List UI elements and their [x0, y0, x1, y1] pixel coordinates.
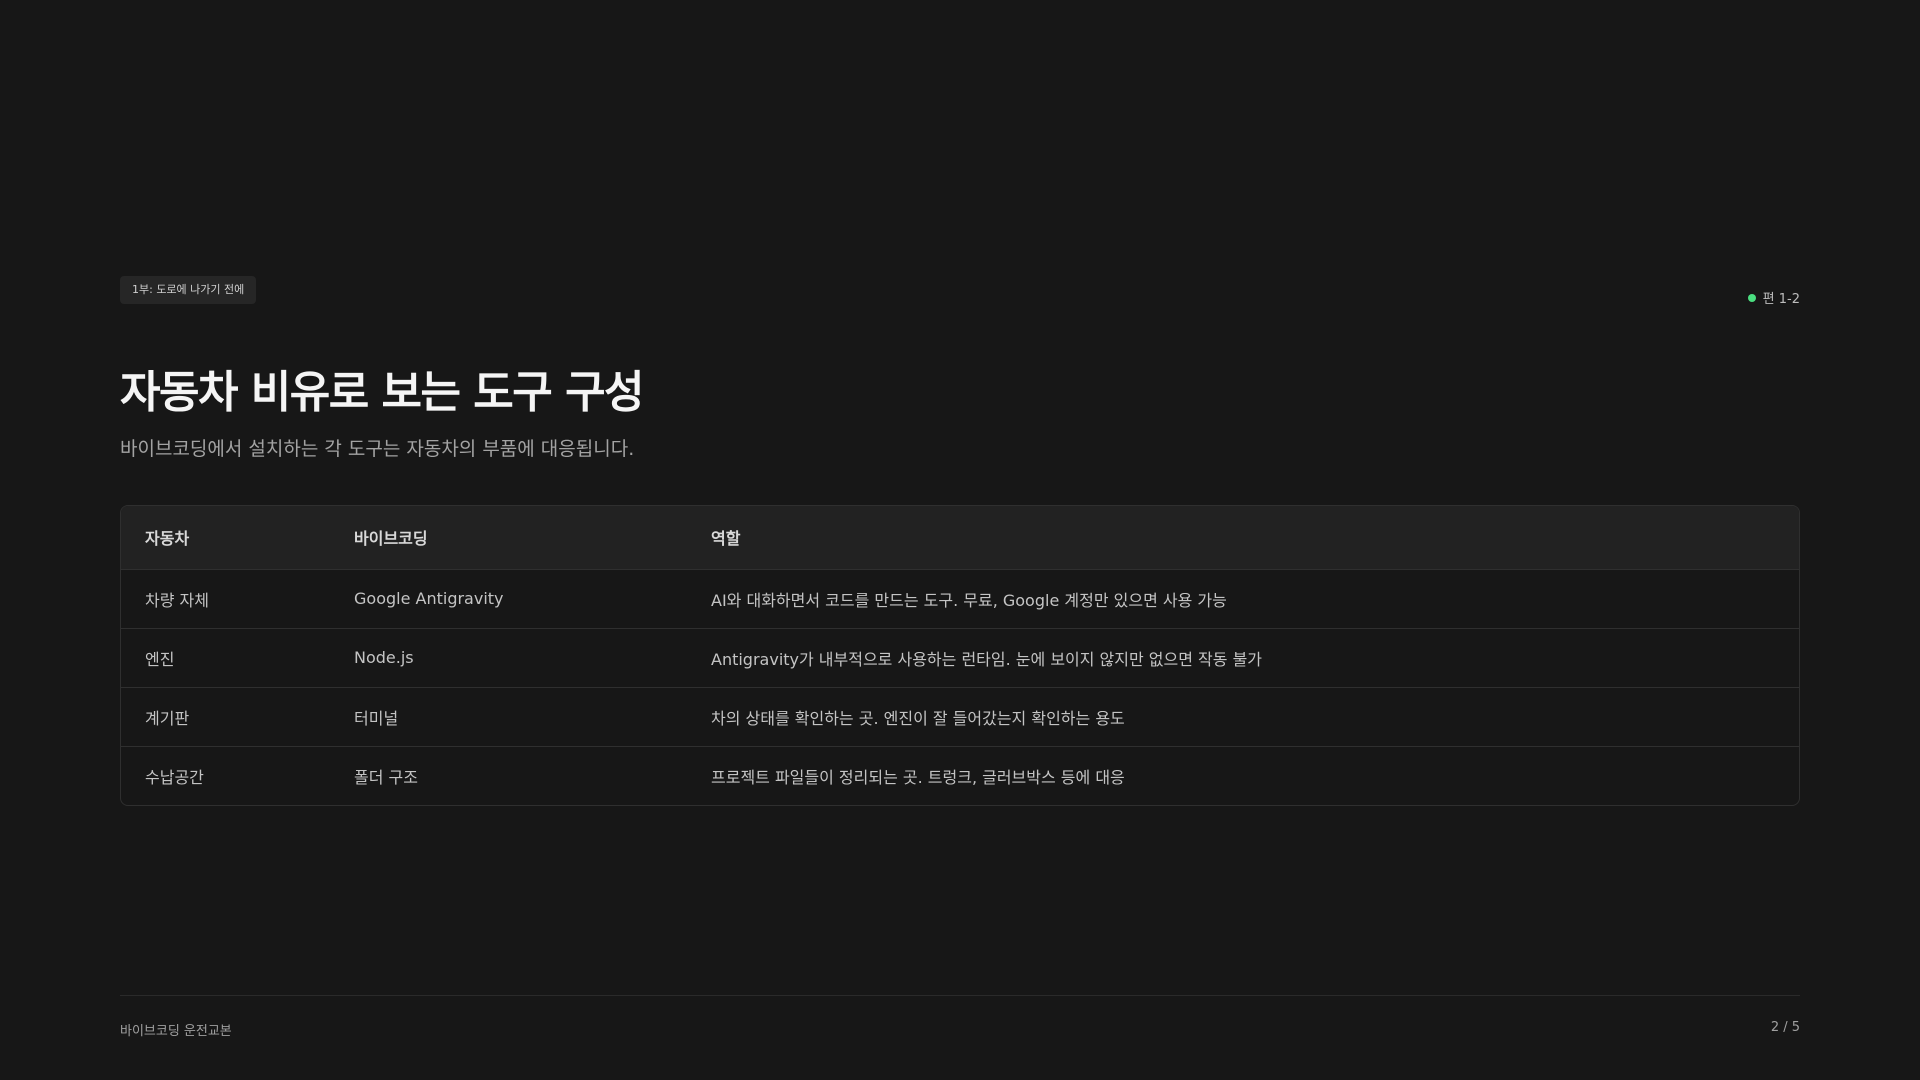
cell-tool: 폴더 구조	[330, 745, 687, 805]
cell-tool: Node.js	[330, 627, 687, 687]
cell-car: 차량 자체	[145, 590, 209, 610]
section-badge: 1부: 도로에 나가기 전에	[120, 276, 257, 304]
footer-doc-title: 바이브코딩 운전교본	[120, 1024, 232, 1039]
cell-tool: Google Antigravity	[354, 589, 504, 608]
table-header-row: 자동차 바이브코딩 역할	[121, 506, 1799, 570]
cell-role: AI와 대화하면서 코드를 만드는 도구. 무료, Google 계정만 있으면…	[711, 590, 1227, 610]
slide: 1부: 도로에 나가기 전에 편 1-2 자동차 비유로 보는 도구 구성 바이…	[0, 0, 1920, 1080]
page-indicator: 2 / 5	[1770, 1020, 1800, 1035]
analogy-table: 자동차 바이브코딩 역할 차량 자체 Google Antigravity AI…	[120, 505, 1800, 806]
cell-tool: 터미널	[330, 686, 687, 746]
table-row: 계기판 터미널 차의 상태를 확인하는 곳. 엔진이 잘 들어갔는지 확인하는 …	[121, 686, 1799, 746]
cell-car: 계기판	[121, 686, 330, 746]
column-header-vibecoding: 바이브코딩	[330, 506, 687, 570]
column-header-role: 역할	[687, 506, 1799, 570]
page-title: 자동차 비유로 보는 도구 구성	[120, 367, 645, 418]
column-header-car: 자동차	[121, 506, 330, 570]
status-dot-icon	[1747, 293, 1756, 302]
cell-car: 수납공간	[121, 745, 330, 805]
episode-indicator: 편 1-2	[1747, 288, 1800, 307]
cell-role: Antigravity가 내부적으로 사용하는 런타임. 눈에 보이지 않지만 …	[687, 627, 1799, 687]
episode-label: 편 1-2	[1762, 292, 1800, 307]
cell-car: 엔진	[121, 627, 330, 687]
table-row: 수납공간 폴더 구조 프로젝트 파일들이 정리되는 곳. 트렁크, 글러브박스 …	[121, 745, 1799, 805]
cell-role: 프로젝트 파일들이 정리되는 곳. 트렁크, 글러브박스 등에 대응	[687, 745, 1799, 805]
page-subtitle: 바이브코딩에서 설치하는 각 도구는 자동차의 부품에 대응됩니다.	[120, 438, 635, 460]
table-row: 엔진 Node.js Antigravity가 내부적으로 사용하는 런타임. …	[121, 627, 1799, 687]
footer-divider	[120, 995, 1800, 996]
cell-role: 차의 상태를 확인하는 곳. 엔진이 잘 들어갔는지 확인하는 용도	[687, 686, 1799, 746]
table-row: 차량 자체 Google Antigravity AI와 대화하면서 코드를 만…	[121, 569, 1799, 628]
